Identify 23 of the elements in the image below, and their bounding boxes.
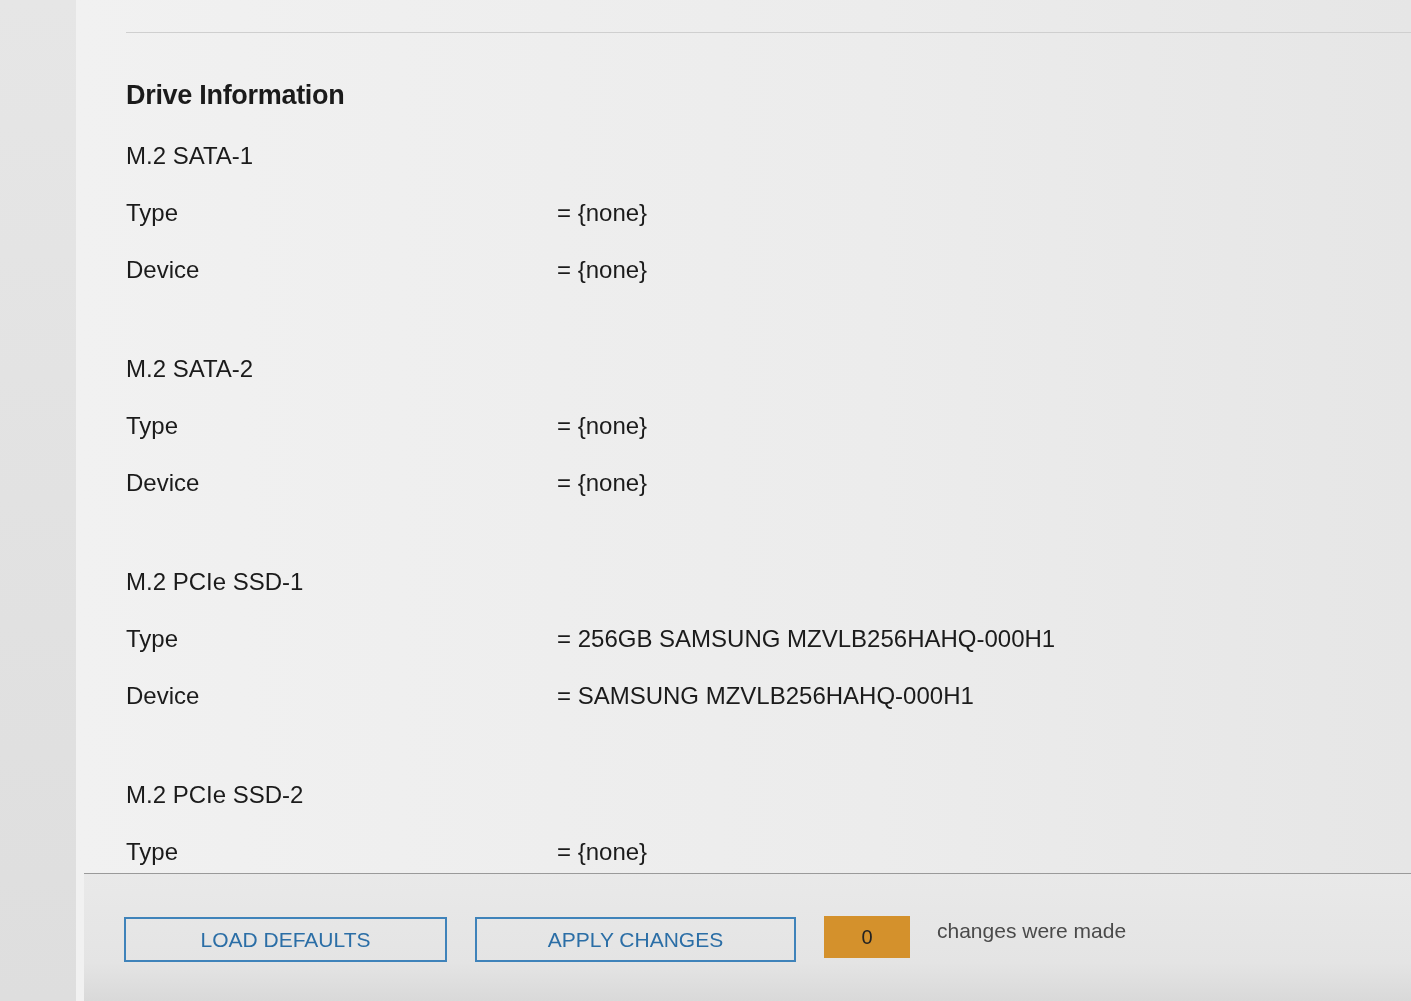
field-label: Type bbox=[126, 838, 179, 865]
group-title: M.2 PCIe SSD-1 bbox=[126, 568, 304, 595]
field-label: Device bbox=[126, 469, 200, 496]
field-label: Type bbox=[126, 199, 179, 226]
change-count: 0 bbox=[824, 916, 910, 958]
field-label: Device bbox=[126, 682, 200, 709]
field-value: = {none} bbox=[557, 469, 648, 496]
field-label: Type bbox=[126, 412, 179, 439]
field-value: = SAMSUNG MZVLB256HAHQ-000H1 bbox=[557, 682, 974, 709]
field-label: Device bbox=[126, 256, 200, 283]
apply-changes-button[interactable]: APPLY CHANGES bbox=[475, 917, 796, 962]
field-value: = {none} bbox=[557, 412, 648, 439]
field-value: = 256GB SAMSUNG MZVLB256HAHQ-000H1 bbox=[557, 625, 1056, 652]
field-value: = {none} bbox=[557, 199, 648, 226]
change-note: changes were made bbox=[937, 918, 1127, 944]
field-label: Type bbox=[126, 625, 179, 652]
group-title: M.2 SATA-2 bbox=[126, 355, 254, 382]
load-defaults-button[interactable]: LOAD DEFAULTS bbox=[124, 917, 447, 962]
field-value: = {none} bbox=[557, 838, 648, 865]
group-title: M.2 SATA-1 bbox=[126, 142, 254, 169]
section-heading: Drive Information bbox=[126, 79, 345, 112]
group-title: M.2 PCIe SSD-2 bbox=[126, 781, 304, 808]
field-value: = {none} bbox=[557, 256, 648, 283]
